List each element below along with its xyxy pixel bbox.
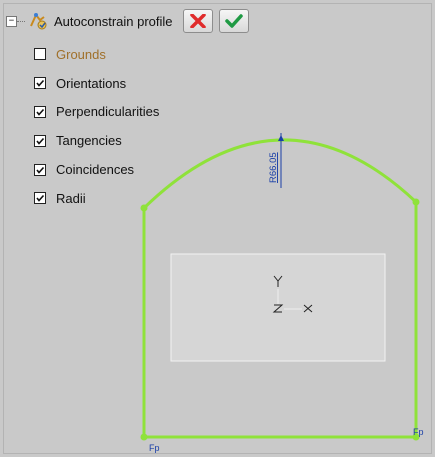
option-perpendicularities[interactable]: Perpendicularities <box>34 98 255 127</box>
option-tangencies[interactable]: Tangencies <box>34 126 255 155</box>
option-coincidences[interactable]: Coincidences <box>34 155 255 184</box>
option-label: Grounds <box>56 46 106 62</box>
option-label: Coincidences <box>56 162 135 178</box>
checkmark-icon <box>36 80 45 87</box>
autoconstrain-profile-icon <box>30 13 47 30</box>
orientations-checkbox[interactable] <box>34 77 46 90</box>
option-label: Perpendicularities <box>56 104 160 120</box>
ok-button[interactable] <box>218 9 249 33</box>
constraint-options-list: Grounds Orientations Perpendicularities … <box>6 40 255 213</box>
sketch-canvas[interactable]: R66.05 Fp Fp − Autoconstrain profile Gro… <box>0 0 435 457</box>
perpendicularities-checkbox[interactable] <box>34 105 46 118</box>
radii-checkbox[interactable] <box>34 192 46 205</box>
radius-arrow-icon <box>278 135 284 141</box>
cancel-button[interactable] <box>182 9 213 33</box>
option-label: Radii <box>56 190 86 206</box>
grounds-checkbox[interactable] <box>34 48 46 61</box>
fix-constraint-label: Fp <box>413 427 424 437</box>
option-orientations[interactable]: Orientations <box>34 69 255 98</box>
panel-title: Autoconstrain profile <box>54 13 173 29</box>
coincidences-checkbox[interactable] <box>34 163 46 176</box>
checkmark-icon <box>36 108 45 116</box>
inner-rectangle[interactable] <box>170 253 386 362</box>
radius-dimension-label[interactable]: R66.05 <box>268 152 279 183</box>
option-grounds[interactable]: Grounds <box>34 40 255 69</box>
option-label: Tangencies <box>56 133 122 149</box>
profile-vertex[interactable] <box>140 433 148 441</box>
checkmark-icon <box>36 195 45 203</box>
profile-vertex[interactable] <box>412 198 420 206</box>
fix-constraint-label: Fp <box>149 443 160 453</box>
checkmark-icon <box>36 166 45 174</box>
option-radii[interactable]: Radii <box>34 184 255 213</box>
autoconstrain-tree: − Autoconstrain profile Grounds Orientat… <box>6 8 255 213</box>
ok-check-icon <box>224 14 243 28</box>
option-label: Orientations <box>56 75 127 91</box>
cancel-x-icon <box>189 14 206 28</box>
checkmark-icon <box>36 137 45 145</box>
tangencies-checkbox[interactable] <box>34 134 46 147</box>
tree-connector <box>17 20 25 22</box>
tree-root-row: − Autoconstrain profile <box>6 8 255 34</box>
collapse-toggle[interactable]: − <box>6 15 17 27</box>
